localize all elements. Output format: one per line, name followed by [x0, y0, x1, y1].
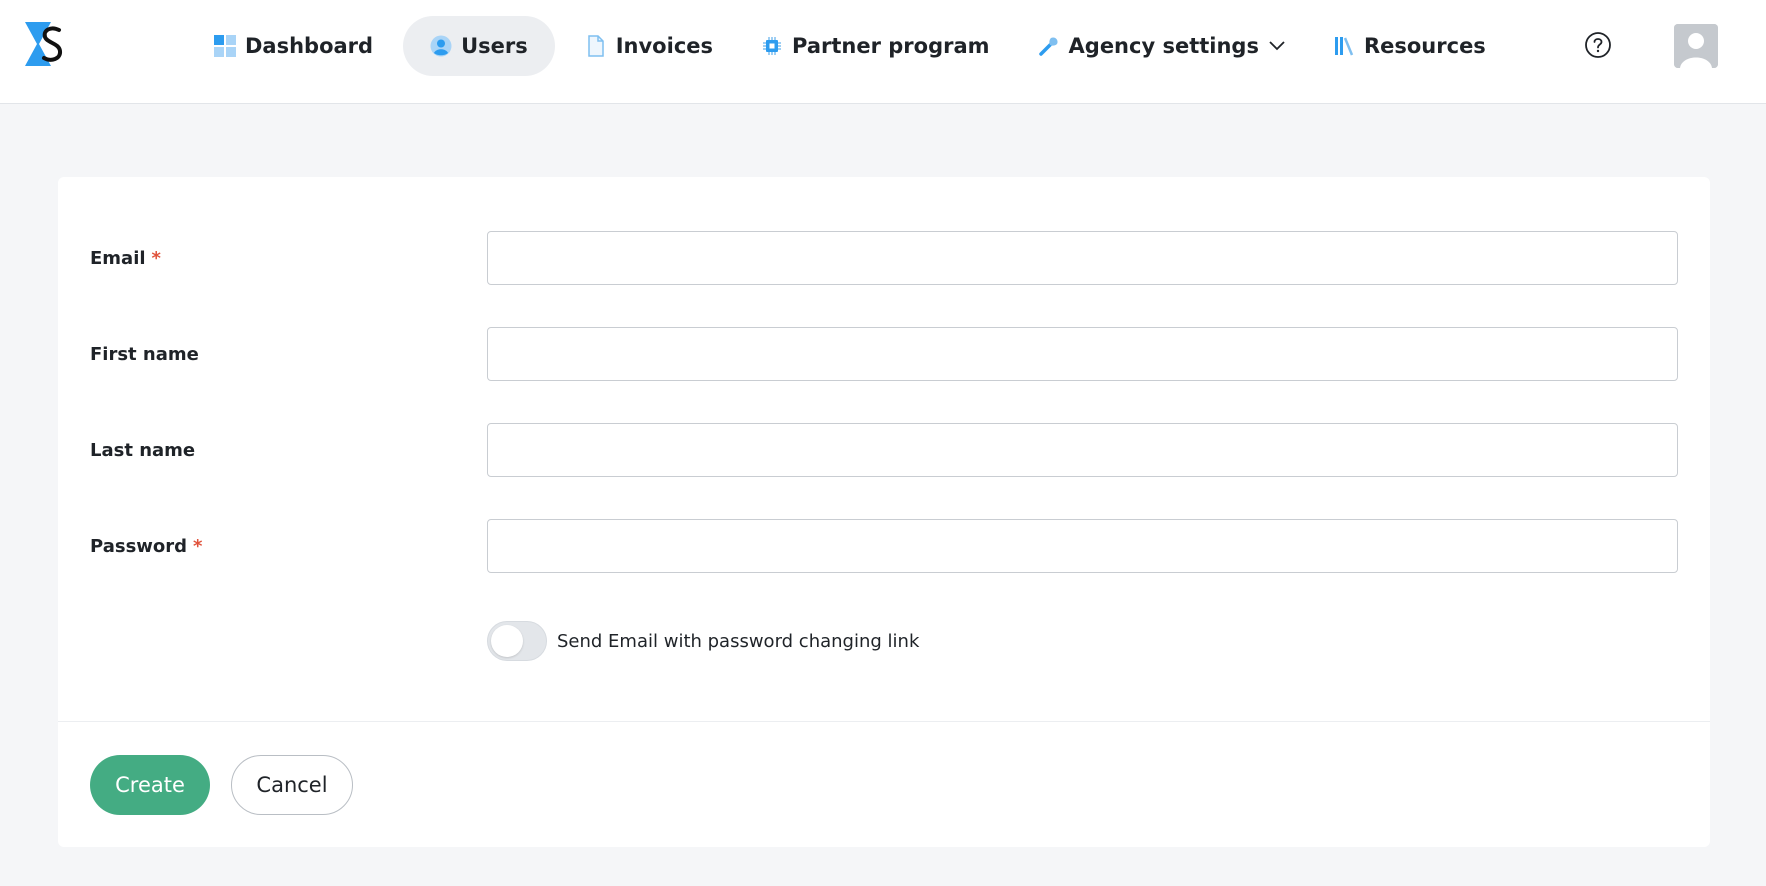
nav-item-dashboard[interactable]: Dashboard: [196, 16, 391, 76]
nav-item-users[interactable]: Users: [403, 16, 555, 76]
last-name-field[interactable]: [487, 423, 1678, 477]
nav-item-label: Invoices: [615, 34, 714, 58]
email-field[interactable]: [487, 231, 1678, 285]
nav-item-invoices[interactable]: Invoices: [567, 16, 731, 76]
required-marker: *: [193, 535, 203, 557]
send-email-toggle[interactable]: [487, 621, 547, 661]
required-marker: *: [151, 247, 161, 269]
email-label: Email *: [90, 231, 161, 285]
create-button[interactable]: Create: [90, 755, 210, 815]
send-email-toggle-row: Send Email with password changing link: [487, 621, 919, 661]
password-field[interactable]: [487, 519, 1678, 573]
nav-item-label: Partner program: [792, 34, 990, 58]
password-row: Password *: [58, 519, 1710, 573]
nav-item-label: Users: [461, 34, 528, 58]
email-row: Email *: [58, 231, 1710, 285]
nav-item-label: Resources: [1363, 34, 1486, 58]
main-nav: Dashboard Users Invoices Partner program…: [196, 16, 1516, 76]
top-navigation-bar: Dashboard Users Invoices Partner program…: [0, 0, 1766, 104]
email-label-text: Email: [90, 247, 146, 269]
nav-item-resources[interactable]: Resources: [1315, 16, 1504, 76]
cancel-button[interactable]: Cancel: [231, 755, 353, 815]
avatar-icon[interactable]: [1674, 24, 1718, 68]
last-name-row: Last name: [58, 423, 1710, 477]
nav-item-partner-program[interactable]: Partner program: [743, 16, 1008, 76]
nav-item-label: Dashboard: [245, 34, 374, 58]
create-user-form-card: Email * First name Last name Password * …: [58, 177, 1710, 847]
chip-icon: [761, 35, 783, 57]
toggle-knob: [491, 625, 523, 657]
send-email-toggle-label: Send Email with password changing link: [557, 630, 920, 652]
dashboard-icon: [214, 35, 236, 57]
first-name-label-text: First name: [90, 343, 199, 365]
nav-item-agency-settings[interactable]: Agency settings: [1020, 16, 1303, 76]
nav-item-label: Agency settings: [1068, 34, 1259, 58]
first-name-row: First name: [58, 327, 1710, 381]
form-divider: [58, 721, 1710, 722]
help-icon[interactable]: [1584, 31, 1612, 59]
first-name-field[interactable]: [487, 327, 1678, 381]
password-label: Password *: [90, 519, 202, 573]
password-label-text: Password: [90, 535, 188, 557]
library-icon: [1333, 35, 1355, 57]
first-name-label: First name: [90, 327, 199, 381]
chevron-down-icon: [1269, 41, 1285, 51]
wrench-icon: [1038, 35, 1060, 57]
last-name-label-text: Last name: [90, 439, 196, 461]
user-icon: [430, 35, 452, 57]
last-name-label: Last name: [90, 423, 195, 477]
document-icon: [585, 35, 607, 57]
logo-icon[interactable]: [25, 22, 67, 66]
